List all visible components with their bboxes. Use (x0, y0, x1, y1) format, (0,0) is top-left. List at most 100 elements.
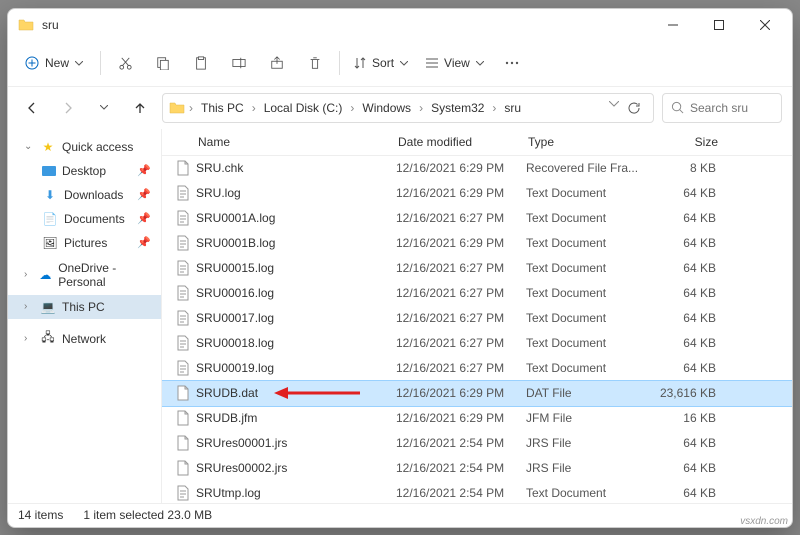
file-icon (176, 360, 196, 376)
file-type: Text Document (526, 311, 646, 325)
file-icon (176, 335, 196, 351)
chevron-down-icon[interactable] (609, 101, 619, 107)
file-type: DAT File (526, 386, 646, 400)
col-name[interactable]: Name (198, 135, 398, 149)
share-icon (270, 56, 284, 70)
file-date: 12/16/2021 6:27 PM (396, 261, 526, 275)
file-type: Recovered File Fra... (526, 161, 646, 175)
sidebar-item-desktop[interactable]: Desktop📌 (8, 159, 161, 183)
watermark: vsxdn.com (740, 516, 788, 527)
crumb-system32[interactable]: System32 (427, 99, 488, 117)
sidebar-item-quickaccess[interactable]: ⌄★Quick access (8, 135, 161, 159)
table-row[interactable]: SRU00016.log12/16/2021 6:27 PMText Docum… (162, 281, 792, 306)
downloads-icon: ⬇ (42, 187, 58, 203)
crumb-drive[interactable]: Local Disk (C:) (260, 99, 347, 117)
file-type: JFM File (526, 411, 646, 425)
minimize-button[interactable] (650, 9, 696, 41)
forward-button[interactable] (54, 94, 82, 122)
table-row[interactable]: SRU00019.log12/16/2021 6:27 PMText Docum… (162, 356, 792, 381)
rename-button[interactable] (221, 47, 257, 79)
file-type: Text Document (526, 186, 646, 200)
col-size[interactable]: Size (648, 135, 718, 149)
new-button[interactable]: New (14, 51, 94, 75)
file-name: SRU0001A.log (196, 211, 396, 225)
sidebar-item-pictures[interactable]: 🖼Pictures📌 (8, 231, 161, 255)
chevron-right-icon: › (24, 269, 33, 280)
status-selection: 1 item selected 23.0 MB (83, 508, 212, 522)
column-headers[interactable]: Name Date modified Type Size (162, 129, 792, 156)
crumb-sru[interactable]: sru (500, 99, 525, 117)
crumb-windows[interactable]: Windows (358, 99, 415, 117)
file-name: SRU00019.log (196, 361, 396, 375)
sort-button[interactable]: Sort (346, 52, 416, 74)
title-bar[interactable]: sru (8, 9, 792, 41)
sidebar-item-onedrive[interactable]: ›☁OneDrive - Personal (8, 263, 161, 287)
sort-label: Sort (372, 56, 394, 70)
chevron-right-icon: › (24, 333, 34, 344)
table-row[interactable]: SRUDB.dat12/16/2021 6:29 PMDAT File23,61… (162, 381, 792, 406)
chevron-right-icon: › (417, 101, 425, 115)
sidebar-label: Downloads (64, 188, 123, 202)
search-input[interactable] (690, 101, 770, 115)
table-row[interactable]: SRUDB.jfm12/16/2021 6:29 PMJFM File16 KB (162, 406, 792, 431)
file-date: 12/16/2021 6:29 PM (396, 386, 526, 400)
chevron-right-icon: › (250, 101, 258, 115)
file-icon (176, 485, 196, 501)
share-button[interactable] (259, 47, 295, 79)
file-date: 12/16/2021 2:54 PM (396, 486, 526, 500)
search-box[interactable] (662, 93, 782, 123)
table-row[interactable]: SRUres00001.jrs12/16/2021 2:54 PMJRS Fil… (162, 431, 792, 456)
sidebar-item-thispc[interactable]: ›💻This PC (8, 295, 161, 319)
paste-button[interactable] (183, 47, 219, 79)
file-date: 12/16/2021 6:27 PM (396, 361, 526, 375)
file-size: 64 KB (646, 461, 716, 475)
chevron-down-icon (100, 105, 108, 110)
table-row[interactable]: SRU00017.log12/16/2021 6:27 PMText Docum… (162, 306, 792, 331)
file-type: Text Document (526, 336, 646, 350)
table-row[interactable]: SRU0001B.log12/16/2021 6:29 PMText Docum… (162, 231, 792, 256)
pin-icon: 📌 (137, 164, 151, 177)
close-button[interactable] (742, 9, 788, 41)
col-date[interactable]: Date modified (398, 135, 528, 149)
up-button[interactable] (126, 94, 154, 122)
col-type[interactable]: Type (528, 135, 648, 149)
sidebar-item-network[interactable]: ›🖧Network (8, 327, 161, 351)
table-row[interactable]: SRUtmp.log12/16/2021 2:54 PMText Documen… (162, 481, 792, 503)
file-icon (176, 285, 196, 301)
file-date: 12/16/2021 6:29 PM (396, 411, 526, 425)
new-label: New (45, 56, 69, 70)
pictures-icon: 🖼 (42, 235, 58, 251)
paste-icon (194, 56, 208, 70)
file-name: SRU00017.log (196, 311, 396, 325)
delete-button[interactable] (297, 47, 333, 79)
sidebar-item-downloads[interactable]: ⬇Downloads📌 (8, 183, 161, 207)
table-row[interactable]: SRU.chk12/16/2021 6:29 PMRecovered File … (162, 156, 792, 181)
file-icon (176, 310, 196, 326)
file-type: JRS File (526, 436, 646, 450)
back-button[interactable] (18, 94, 46, 122)
recent-button[interactable] (90, 94, 118, 122)
file-icon (176, 235, 196, 251)
breadcrumb[interactable]: › This PC› Local Disk (C:)› Windows› Sys… (162, 93, 654, 123)
maximize-button[interactable] (696, 9, 742, 41)
separator (100, 51, 101, 75)
sidebar-item-documents[interactable]: 📄Documents📌 (8, 207, 161, 231)
refresh-icon[interactable] (627, 101, 641, 115)
copy-button[interactable] (145, 47, 181, 79)
file-size: 64 KB (646, 286, 716, 300)
table-row[interactable]: SRU.log12/16/2021 6:29 PMText Document64… (162, 181, 792, 206)
cloud-icon: ☁ (39, 267, 53, 283)
table-row[interactable]: SRU0001A.log12/16/2021 6:27 PMText Docum… (162, 206, 792, 231)
file-icon (176, 385, 196, 401)
table-row[interactable]: SRU00018.log12/16/2021 6:27 PMText Docum… (162, 331, 792, 356)
table-row[interactable]: SRU00015.log12/16/2021 6:27 PMText Docum… (162, 256, 792, 281)
chevron-down-icon (476, 61, 484, 66)
cut-icon (118, 56, 133, 71)
table-row[interactable]: SRUres00002.jrs12/16/2021 2:54 PMJRS Fil… (162, 456, 792, 481)
chevron-down-icon (75, 61, 83, 66)
crumb-thispc[interactable]: This PC (197, 99, 248, 117)
cut-button[interactable] (107, 47, 143, 79)
more-button[interactable] (494, 47, 530, 79)
view-button[interactable]: View (418, 52, 492, 74)
trash-icon (308, 56, 322, 70)
